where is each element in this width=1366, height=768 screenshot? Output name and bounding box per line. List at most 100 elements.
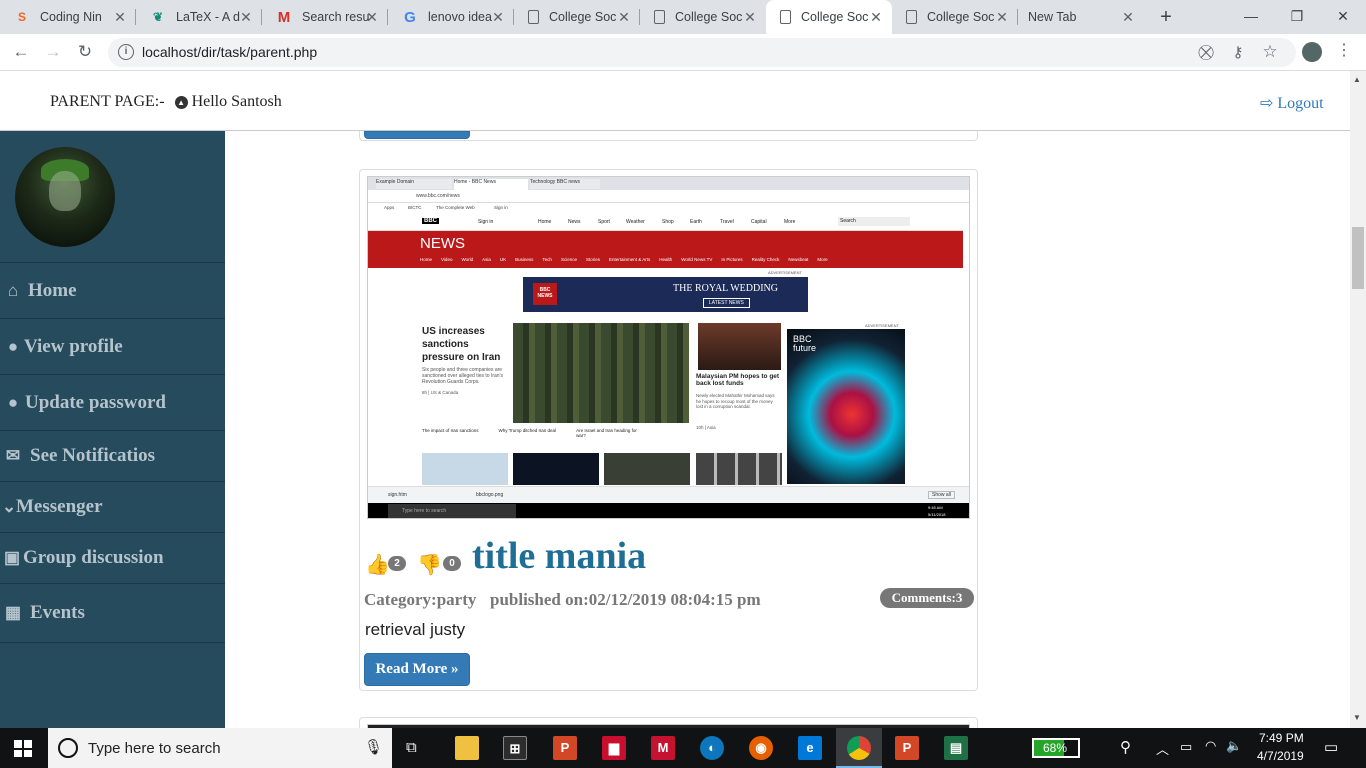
gmail-icon: M <box>277 8 291 26</box>
battery-icon[interactable]: ▭ <box>1180 739 1192 755</box>
back-arrow-icon[interactable]: ← <box>10 41 32 63</box>
calendar-icon: ▦ <box>4 603 22 622</box>
bookmark: The Complete Web <box>436 205 475 210</box>
close-icon[interactable]: ✕ <box>364 9 380 25</box>
browser-tab[interactable]: New Tab ✕ <box>1018 0 1144 34</box>
tab-title: lenovo idea <box>428 10 492 24</box>
store-icon[interactable]: ⊞ <box>503 736 527 760</box>
mcafee-icon[interactable]: M <box>651 736 675 760</box>
close-icon[interactable]: ✕ <box>238 9 254 25</box>
cookie-blocked-icon[interactable]: ⛒ <box>1196 44 1216 61</box>
people-icon[interactable]: ⚲ <box>1120 738 1131 756</box>
page-icon <box>780 10 791 24</box>
sidebar-item-messenger[interactable]: ⌄ Messenger <box>0 481 225 532</box>
user-icon: ● <box>7 392 19 412</box>
restore-icon[interactable]: ❐ <box>1274 4 1320 28</box>
close-icon[interactable]: ✕ <box>868 9 884 25</box>
chevron-up-icon[interactable]: ︿ <box>1156 739 1169 758</box>
minimize-icon[interactable]: — <box>1228 4 1274 28</box>
comments-icon: ✉ <box>5 446 21 465</box>
new-tab-plus-icon[interactable]: + <box>1156 6 1176 29</box>
sidebar-item-events[interactable]: ▦ Events <box>0 583 225 643</box>
chrome-taskbar-active[interactable] <box>836 728 882 768</box>
url-text[interactable]: localhost/dir/task/parent.php <box>142 44 317 60</box>
bookmark: Apps <box>384 205 395 210</box>
close-icon[interactable]: ✕ <box>994 9 1010 25</box>
bbc-future-ad: BBC future <box>787 329 905 484</box>
close-icon[interactable]: ✕ <box>616 9 632 25</box>
scroll-down-arrow-icon[interactable]: ▼ <box>1353 713 1361 722</box>
browser-tab[interactable]: College Soc ✕ <box>892 0 1018 34</box>
browser-tab[interactable]: College Soc ✕ <box>514 0 640 34</box>
browser-tab[interactable]: College Soc ✕ <box>640 0 766 34</box>
address-bar[interactable]: i localhost/dir/task/parent.php ⛒ ⚷ ☆ <box>108 38 1296 67</box>
post-title[interactable]: title mania <box>472 534 646 578</box>
reader-icon[interactable]: ▆ <box>602 736 626 760</box>
page-label: PARENT PAGE:- <box>50 93 165 110</box>
firefox-icon[interactable]: ◉ <box>749 736 773 760</box>
powerpoint-icon[interactable]: P <box>895 736 919 760</box>
project-icon[interactable]: ▤ <box>944 736 968 760</box>
inner-taskbar: Type here to search 9:45 AM 5/11/2018 <box>368 503 969 518</box>
page-scrollbar[interactable]: ▲ ▼ <box>1350 71 1366 728</box>
comments-badge[interactable]: Comments:3 <box>880 588 974 608</box>
close-icon[interactable]: ✕ <box>112 9 128 25</box>
sidebar-item-label: Home <box>28 279 77 301</box>
thumbs-up-icon[interactable]: 👍 <box>365 552 390 577</box>
browser-tab[interactable]: M Search resu ✕ <box>262 0 388 34</box>
sidebar-item-label: View profile <box>24 335 123 357</box>
bbc-top-bar: BBC Sign in Home News Sport Weather Shop… <box>368 214 963 231</box>
clock-date[interactable]: 4/7/2019 <box>1257 749 1304 763</box>
close-icon[interactable]: ✕ <box>1120 9 1136 25</box>
menu-dots-icon[interactable]: ⋮ <box>1334 40 1354 60</box>
close-icon[interactable]: ✕ <box>490 9 506 25</box>
profile-avatar[interactable] <box>1302 42 1322 62</box>
sidebar-item-home[interactable]: ⌂ Home <box>0 262 225 318</box>
browser-tab[interactable]: ❦ LaTeX - A d ✕ <box>136 0 262 34</box>
close-icon[interactable]: ✕ <box>742 9 758 25</box>
window-close-icon[interactable]: ✕ <box>1320 4 1366 28</box>
info-icon[interactable]: i <box>118 44 134 60</box>
clock-time[interactable]: 7:49 PM <box>1259 731 1304 745</box>
tab-title: New Tab <box>1028 10 1077 24</box>
key-icon[interactable]: ⚷ <box>1228 43 1248 61</box>
overleaf-icon: ❦ <box>152 10 164 24</box>
browser-tab[interactable]: S Coding Nin ✕ <box>0 0 136 34</box>
tab-title: Search resu <box>302 10 370 24</box>
chevron-double-down-icon: ⌄ <box>2 497 17 516</box>
sidebar-item-update-password[interactable]: ● Update password <box>0 374 225 430</box>
sidebar-item-label: Events <box>30 602 85 623</box>
battery-meter[interactable]: 68% <box>1032 738 1080 758</box>
scroll-up-arrow-icon[interactable]: ▲ <box>1353 75 1361 84</box>
greeting: Hello Santosh <box>191 93 282 110</box>
taskbar-search-box[interactable]: Type here to search 🎙 <box>48 728 392 768</box>
post-body: retrieval justy <box>365 620 466 639</box>
volume-icon[interactable]: 🔈 <box>1226 738 1242 754</box>
browser-tab-strip: S Coding Nin ✕ ❦ LaTeX - A d ✕ M Search … <box>0 0 1366 34</box>
microphone-icon[interactable]: 🎙 <box>364 738 383 756</box>
notifications-icon[interactable]: ▭ <box>1324 738 1338 756</box>
sidebar-item-view-profile[interactable]: ● View profile <box>0 318 225 374</box>
scroll-thumb[interactable] <box>1352 227 1364 289</box>
bookmark-star-icon[interactable]: ☆ <box>1260 42 1280 62</box>
forward-arrow-icon[interactable]: → <box>42 41 64 63</box>
task-view-icon[interactable]: ⧉ <box>406 739 417 756</box>
file-explorer-icon[interactable] <box>455 736 479 760</box>
thumbs-down-icon[interactable]: 👍 <box>417 552 442 577</box>
edge-icon[interactable]: e <box>798 736 822 760</box>
app-circle-icon[interactable]: ◐ <box>700 736 724 760</box>
browser-tab[interactable]: G lenovo idea ✕ <box>388 0 514 34</box>
wifi-icon[interactable]: ◠ <box>1205 738 1216 754</box>
read-more-button[interactable] <box>364 131 470 139</box>
sidebar-item-group-discussion[interactable]: ▣ Group discussion <box>0 532 225 583</box>
map-thumbnail <box>422 453 508 485</box>
sidebar-item-notifications[interactable]: ✉ See Notificatios <box>0 430 225 481</box>
browser-tab-active[interactable]: College Soc ✕ <box>766 0 892 34</box>
publisher-icon[interactable]: P <box>553 736 577 760</box>
user-circle-icon: ▲ <box>174 96 188 109</box>
inner-tab: Example Domain <box>376 179 452 189</box>
reload-icon[interactable]: ↻ <box>74 41 96 63</box>
logout-link[interactable]: ⇨ Logout <box>1260 93 1324 113</box>
windows-start-icon[interactable] <box>14 740 32 757</box>
read-more-button[interactable]: Read More » <box>364 653 470 686</box>
